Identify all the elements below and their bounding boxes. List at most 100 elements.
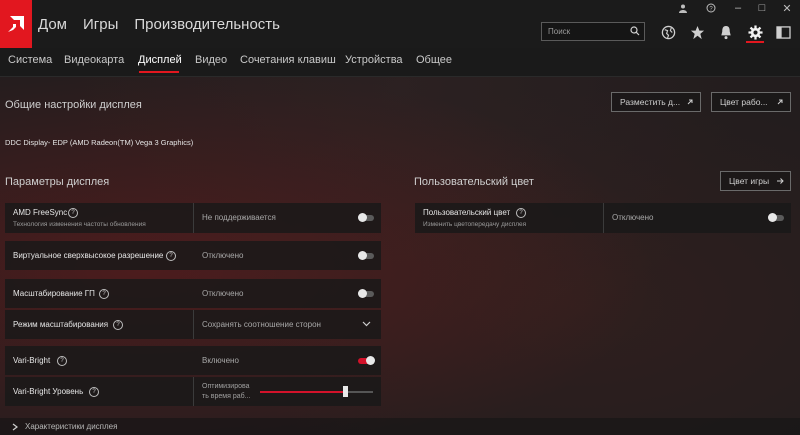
settings-active-indicator [746,41,764,43]
display-params-title: Параметры дисплея [5,176,110,188]
varibright-slider-handle[interactable] [343,386,348,397]
varibright-level-value-line1: Оптимизирова [202,383,250,390]
custom-color-row: Пользовательский цвет ? Изменить цветопе… [415,203,791,233]
varibright-level-row: Vari-Bright Уровень ? Оптимизирова ть вр… [5,377,381,406]
gpu-scaling-label: Масштабирование ГП [13,289,95,298]
varibright-toggle[interactable] [358,356,375,365]
nav-home[interactable]: Дом [38,16,67,33]
tab-general[interactable]: Общее [416,54,452,66]
device-name: DDC Display- EDP (AMD Radeon(TM) Vega 3 … [5,138,194,147]
varibright-label: Vari-Bright [13,356,51,365]
minimize-icon: – [734,2,742,14]
varibright-level-label: Vari-Bright Уровень [13,387,84,396]
varibright-row: Vari-Bright ? Включено [5,346,381,375]
close-icon: ✕ [782,2,792,15]
desktop-color-button[interactable]: Цвет рабо... [711,92,791,112]
favorites-button[interactable] [687,22,707,42]
search-icon[interactable] [630,26,640,36]
vsr-label: Виртуальное сверхвысокое разрешение [13,251,164,260]
scaling-mode-select[interactable]: Сохранять соотношение сторон [202,320,321,329]
cell-divider [193,377,194,406]
external-arrow-icon [777,99,783,105]
freesync-row: AMD FreeSync ? Технология изменения част… [5,203,381,233]
maximize-icon: □ [758,2,766,14]
cell-divider [193,310,194,339]
toggle-knob [768,213,777,222]
tab-system[interactable]: Система [8,54,52,66]
gpu-scaling-value: Отключено [202,289,244,298]
scaling-mode-label: Режим масштабирования [13,320,109,329]
sidebar-panel-icon [775,25,791,39]
scaling-mode-row: Режим масштабирования ? Сохранять соотно… [5,310,381,339]
vsr-row: Виртуальное сверхвысокое разрешение ? От… [5,241,381,270]
help-window-button[interactable]: ? [700,0,722,16]
display-specs-label: Характеристики дисплея [25,422,118,431]
help-icon[interactable]: ? [516,208,526,218]
custom-color-value: Отключено [612,213,654,222]
vsr-toggle[interactable] [358,251,374,260]
search-box [541,22,645,41]
tab-devices[interactable]: Устройства [345,54,403,66]
general-settings-title: Общие настройки дисплея [5,99,142,111]
help-icon[interactable]: ? [89,387,99,397]
custom-color-toggle[interactable] [768,213,784,222]
custom-color-title: Пользовательский цвет [414,176,534,188]
star-icon [690,25,704,39]
tab-video[interactable]: Видео [195,54,227,66]
amd-logo[interactable] [0,0,32,48]
gpu-scaling-toggle[interactable] [358,289,374,298]
notifications-button[interactable] [716,22,736,42]
maximize-button[interactable]: □ [751,0,773,16]
title-bar: Дом Игры Производительность ? – □ ✕ [0,0,800,48]
tab-hotkeys[interactable]: Сочетания клавиш [240,54,336,66]
settings-button[interactable] [745,22,765,42]
chevron-right-icon [12,423,18,431]
custom-color-description: Изменить цветопередачу дисплея [423,221,527,228]
game-color-label: Цвет игры [729,176,770,186]
desktop-color-label: Цвет рабо... [720,97,768,107]
game-color-button[interactable]: Цвет игры [720,171,791,191]
help-icon[interactable]: ? [68,208,78,218]
toggle-knob [358,251,367,260]
toggle-knob [366,356,375,365]
globe-button[interactable] [658,22,678,42]
search-input[interactable] [548,25,628,38]
help-icon[interactable]: ? [57,356,67,366]
settings-tabs: Система Видеокарта Дисплей Видео Сочетан… [0,48,800,77]
globe-icon [661,25,675,39]
sidebar-toggle-button[interactable] [773,22,793,42]
help-icon[interactable]: ? [113,320,123,330]
account-button[interactable] [672,0,694,16]
place-displays-button[interactable]: Разместить д... [611,92,701,112]
close-button[interactable]: ✕ [776,0,798,16]
bell-icon [721,25,731,39]
minimize-button[interactable]: – [727,0,749,16]
arrow-right-icon [777,178,784,184]
tab-graphics[interactable]: Видеокарта [64,54,124,66]
help-icon[interactable]: ? [166,251,176,261]
nav-games[interactable]: Игры [83,16,118,33]
toggle-knob [358,213,367,222]
toggle-knob [358,289,367,298]
top-nav: Дом Игры Производительность [38,0,296,48]
nav-performance[interactable]: Производительность [134,16,280,33]
varibright-level-value-line2: ть время раб... [202,393,251,400]
tab-display[interactable]: Дисплей [138,54,182,66]
chevron-down-icon[interactable] [362,321,371,327]
varibright-value: Включено [202,356,239,365]
display-specs-expander[interactable]: Характеристики дисплея [0,418,800,435]
help-circle-icon: ? [706,3,716,13]
cell-divider [193,203,194,233]
gpu-scaling-row: Масштабирование ГП ? Отключено [5,279,381,308]
help-icon[interactable]: ? [99,289,109,299]
vsr-value: Отключено [202,251,244,260]
active-tab-indicator [139,71,179,73]
amd-logo-icon [8,16,24,32]
freesync-description: Технология изменения частоты обновления [13,221,146,228]
cell-divider [603,203,604,233]
gear-icon [747,24,763,40]
place-displays-label: Разместить д... [620,97,681,107]
freesync-value: Не поддерживается [202,213,276,222]
freesync-toggle[interactable] [358,213,374,222]
freesync-label: AMD FreeSync [13,208,68,217]
